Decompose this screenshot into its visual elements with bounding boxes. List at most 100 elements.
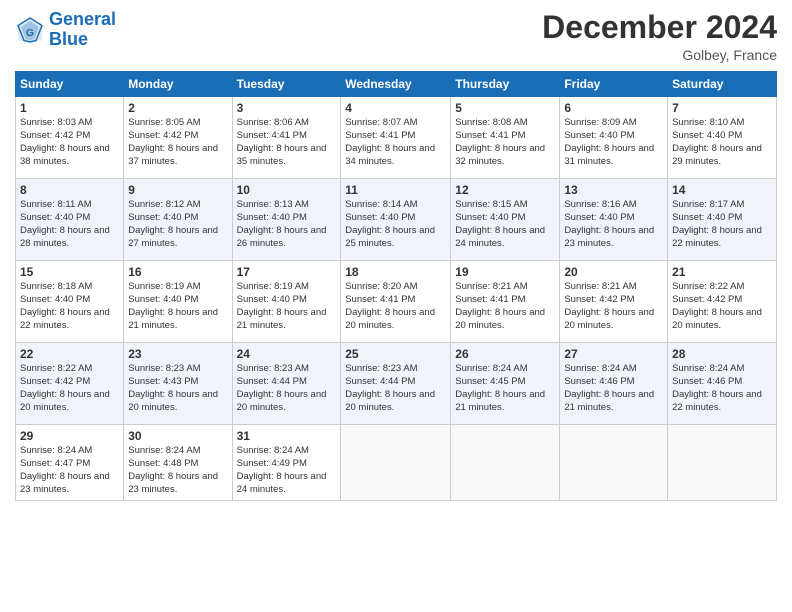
- calendar-cell: [560, 425, 668, 501]
- day-number: 22: [20, 347, 119, 361]
- cell-details: Sunrise: 8:22 AM Sunset: 4:42 PM Dayligh…: [672, 281, 772, 332]
- cell-details: Sunrise: 8:15 AM Sunset: 4:40 PM Dayligh…: [455, 199, 555, 250]
- day-number: 3: [237, 101, 337, 115]
- cell-details: Sunrise: 8:24 AM Sunset: 4:48 PM Dayligh…: [128, 445, 227, 496]
- cell-details: Sunrise: 8:23 AM Sunset: 4:44 PM Dayligh…: [237, 363, 337, 414]
- cell-details: Sunrise: 8:06 AM Sunset: 4:41 PM Dayligh…: [237, 117, 337, 168]
- cell-details: Sunrise: 8:24 AM Sunset: 4:46 PM Dayligh…: [672, 363, 772, 414]
- weekday-header-saturday: Saturday: [668, 72, 777, 97]
- cell-details: Sunrise: 8:10 AM Sunset: 4:40 PM Dayligh…: [672, 117, 772, 168]
- cell-details: Sunrise: 8:24 AM Sunset: 4:45 PM Dayligh…: [455, 363, 555, 414]
- calendar-cell: 20 Sunrise: 8:21 AM Sunset: 4:42 PM Dayli…: [560, 261, 668, 343]
- svg-text:G: G: [26, 27, 34, 39]
- day-number: 4: [345, 101, 446, 115]
- cell-details: Sunrise: 8:08 AM Sunset: 4:41 PM Dayligh…: [455, 117, 555, 168]
- calendar-cell: 4 Sunrise: 8:07 AM Sunset: 4:41 PM Daylig…: [341, 97, 451, 179]
- calendar-cell: 5 Sunrise: 8:08 AM Sunset: 4:41 PM Daylig…: [451, 97, 560, 179]
- day-number: 25: [345, 347, 446, 361]
- week-row-3: 15 Sunrise: 8:18 AM Sunset: 4:40 PM Dayli…: [16, 261, 777, 343]
- day-number: 14: [672, 183, 772, 197]
- day-number: 23: [128, 347, 227, 361]
- calendar-cell: 17 Sunrise: 8:19 AM Sunset: 4:40 PM Dayli…: [232, 261, 341, 343]
- calendar-cell: 23 Sunrise: 8:23 AM Sunset: 4:43 PM Dayli…: [124, 343, 232, 425]
- day-number: 11: [345, 183, 446, 197]
- cell-details: Sunrise: 8:21 AM Sunset: 4:42 PM Dayligh…: [564, 281, 663, 332]
- day-number: 5: [455, 101, 555, 115]
- calendar-cell: 29 Sunrise: 8:24 AM Sunset: 4:47 PM Dayli…: [16, 425, 124, 501]
- cell-details: Sunrise: 8:24 AM Sunset: 4:49 PM Dayligh…: [237, 445, 337, 496]
- day-number: 17: [237, 265, 337, 279]
- cell-details: Sunrise: 8:24 AM Sunset: 4:47 PM Dayligh…: [20, 445, 119, 496]
- week-row-2: 8 Sunrise: 8:11 AM Sunset: 4:40 PM Daylig…: [16, 179, 777, 261]
- day-number: 29: [20, 429, 119, 443]
- cell-details: Sunrise: 8:23 AM Sunset: 4:43 PM Dayligh…: [128, 363, 227, 414]
- cell-details: Sunrise: 8:18 AM Sunset: 4:40 PM Dayligh…: [20, 281, 119, 332]
- calendar-cell: 22Sunrise: 8:22 AM Sunset: 4:42 PM Dayli…: [16, 343, 124, 425]
- weekday-header-wednesday: Wednesday: [341, 72, 451, 97]
- day-number: 18: [345, 265, 446, 279]
- calendar-cell: 26Sunrise: 8:24 AM Sunset: 4:45 PM Dayli…: [451, 343, 560, 425]
- cell-details: Sunrise: 8:11 AM Sunset: 4:40 PM Dayligh…: [20, 199, 119, 250]
- weekday-header-row: SundayMondayTuesdayWednesdayThursdayFrid…: [16, 72, 777, 97]
- calendar-cell: 24 Sunrise: 8:23 AM Sunset: 4:44 PM Dayli…: [232, 343, 341, 425]
- calendar-cell: 1Sunrise: 8:03 AM Sunset: 4:42 PM Daylig…: [16, 97, 124, 179]
- cell-details: Sunrise: 8:14 AM Sunset: 4:40 PM Dayligh…: [345, 199, 446, 250]
- weekday-header-tuesday: Tuesday: [232, 72, 341, 97]
- day-number: 7: [672, 101, 772, 115]
- weekday-header-monday: Monday: [124, 72, 232, 97]
- logo-line2: Blue: [49, 29, 88, 49]
- cell-details: Sunrise: 8:03 AM Sunset: 4:42 PM Dayligh…: [20, 117, 119, 168]
- week-row-4: 22Sunrise: 8:22 AM Sunset: 4:42 PM Dayli…: [16, 343, 777, 425]
- calendar-cell: 13 Sunrise: 8:16 AM Sunset: 4:40 PM Dayli…: [560, 179, 668, 261]
- calendar-cell: 6Sunrise: 8:09 AM Sunset: 4:40 PM Daylig…: [560, 97, 668, 179]
- calendar-cell: 16 Sunrise: 8:19 AM Sunset: 4:40 PM Dayli…: [124, 261, 232, 343]
- location: Golbey, France: [542, 47, 777, 63]
- calendar-cell: 15 Sunrise: 8:18 AM Sunset: 4:40 PM Dayli…: [16, 261, 124, 343]
- cell-details: Sunrise: 8:17 AM Sunset: 4:40 PM Dayligh…: [672, 199, 772, 250]
- day-number: 27: [564, 347, 663, 361]
- calendar-cell: 10Sunrise: 8:13 AM Sunset: 4:40 PM Dayli…: [232, 179, 341, 261]
- day-number: 9: [128, 183, 227, 197]
- calendar-cell: 19Sunrise: 8:21 AM Sunset: 4:41 PM Dayli…: [451, 261, 560, 343]
- week-row-1: 1Sunrise: 8:03 AM Sunset: 4:42 PM Daylig…: [16, 97, 777, 179]
- day-number: 30: [128, 429, 227, 443]
- cell-details: Sunrise: 8:19 AM Sunset: 4:40 PM Dayligh…: [237, 281, 337, 332]
- day-number: 10: [237, 183, 337, 197]
- calendar-cell: [668, 425, 777, 501]
- day-number: 16: [128, 265, 227, 279]
- day-number: 6: [564, 101, 663, 115]
- weekday-header-friday: Friday: [560, 72, 668, 97]
- day-number: 8: [20, 183, 119, 197]
- logo: G General Blue: [15, 10, 116, 50]
- day-number: 20: [564, 265, 663, 279]
- calendar-cell: [451, 425, 560, 501]
- logo-text: General Blue: [49, 10, 116, 50]
- month-title: December 2024: [542, 10, 777, 45]
- calendar-cell: 11 Sunrise: 8:14 AM Sunset: 4:40 PM Dayli…: [341, 179, 451, 261]
- day-number: 15: [20, 265, 119, 279]
- calendar-cell: 9 Sunrise: 8:12 AM Sunset: 4:40 PM Daylig…: [124, 179, 232, 261]
- logo-line1: General: [49, 9, 116, 29]
- cell-details: Sunrise: 8:16 AM Sunset: 4:40 PM Dayligh…: [564, 199, 663, 250]
- calendar-cell: 27Sunrise: 8:24 AM Sunset: 4:46 PM Dayli…: [560, 343, 668, 425]
- calendar-cell: [341, 425, 451, 501]
- title-block: December 2024 Golbey, France: [542, 10, 777, 63]
- cell-details: Sunrise: 8:12 AM Sunset: 4:40 PM Dayligh…: [128, 199, 227, 250]
- calendar-cell: 18 Sunrise: 8:20 AM Sunset: 4:41 PM Dayli…: [341, 261, 451, 343]
- weekday-header-thursday: Thursday: [451, 72, 560, 97]
- day-number: 24: [237, 347, 337, 361]
- cell-details: Sunrise: 8:23 AM Sunset: 4:44 PM Dayligh…: [345, 363, 446, 414]
- cell-details: Sunrise: 8:20 AM Sunset: 4:41 PM Dayligh…: [345, 281, 446, 332]
- calendar-cell: 25 Sunrise: 8:23 AM Sunset: 4:44 PM Dayli…: [341, 343, 451, 425]
- cell-details: Sunrise: 8:07 AM Sunset: 4:41 PM Dayligh…: [345, 117, 446, 168]
- day-number: 31: [237, 429, 337, 443]
- calendar-cell: 8 Sunrise: 8:11 AM Sunset: 4:40 PM Daylig…: [16, 179, 124, 261]
- calendar-cell: 12Sunrise: 8:15 AM Sunset: 4:40 PM Dayli…: [451, 179, 560, 261]
- logo-icon: G: [15, 15, 45, 45]
- day-number: 13: [564, 183, 663, 197]
- cell-details: Sunrise: 8:19 AM Sunset: 4:40 PM Dayligh…: [128, 281, 227, 332]
- day-number: 21: [672, 265, 772, 279]
- calendar-cell: 2Sunrise: 8:05 AM Sunset: 4:42 PM Daylig…: [124, 97, 232, 179]
- calendar-cell: 31 Sunrise: 8:24 AM Sunset: 4:49 PM Dayli…: [232, 425, 341, 501]
- day-number: 2: [128, 101, 227, 115]
